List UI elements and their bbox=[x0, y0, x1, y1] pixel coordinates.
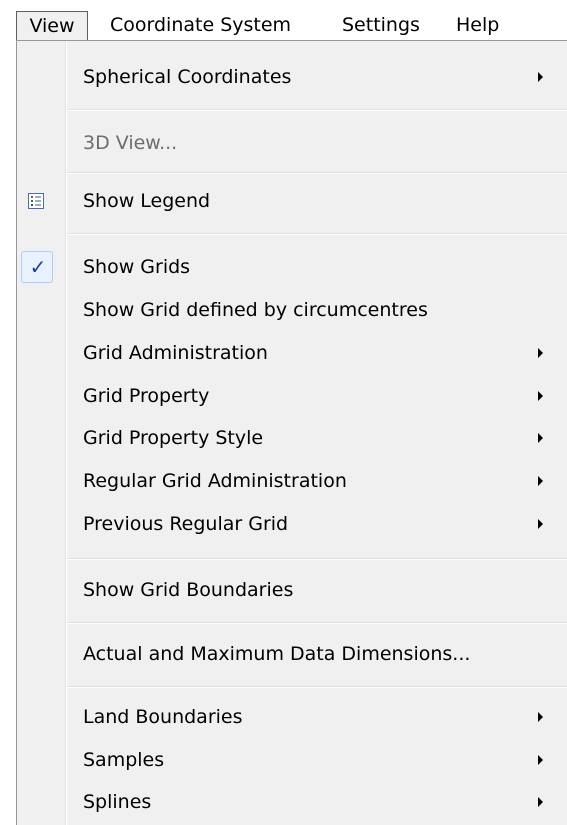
submenu-arrow-icon bbox=[538, 348, 543, 358]
submenu-arrow-icon bbox=[538, 72, 543, 82]
menu-item-label: Previous Regular Grid bbox=[83, 513, 289, 535]
menu-item-land-boundaries[interactable]: Land Boundaries bbox=[17, 697, 551, 737]
submenu-arrow-icon bbox=[538, 712, 543, 722]
menu-item-grid-administration[interactable]: Grid Administration bbox=[17, 333, 551, 373]
menu-separator bbox=[67, 172, 567, 174]
view-dropdown-menu: Spherical Coordinates 3D View... Show Le… bbox=[16, 40, 567, 825]
menu-item-label: Splines bbox=[83, 791, 152, 813]
menu-item-3d-view: 3D View... bbox=[17, 123, 551, 163]
menu-item-previous-regular-grid[interactable]: Previous Regular Grid bbox=[17, 504, 551, 544]
menu-item-splines[interactable]: Splines bbox=[17, 782, 551, 822]
menu-item-label: Actual and Maximum Data Dimensions... bbox=[83, 643, 471, 665]
menu-separator bbox=[67, 686, 567, 688]
menu-coordinate-system[interactable]: Coordinate System bbox=[110, 10, 291, 40]
menu-item-label: Land Boundaries bbox=[83, 706, 243, 728]
menu-item-show-grid-boundaries[interactable]: Show Grid Boundaries bbox=[17, 570, 551, 610]
submenu-arrow-icon bbox=[538, 519, 543, 529]
menu-item-show-legend[interactable]: Show Legend bbox=[17, 181, 551, 221]
submenu-arrow-icon bbox=[538, 433, 543, 443]
menu-item-grid-property[interactable]: Grid Property bbox=[17, 376, 551, 416]
submenu-arrow-icon bbox=[538, 797, 543, 807]
menu-separator bbox=[67, 622, 567, 624]
menu-item-label: Regular Grid Administration bbox=[83, 470, 347, 492]
checkmark-icon: ✓ bbox=[29, 255, 47, 279]
submenu-arrow-icon bbox=[538, 476, 543, 486]
legend-list-icon bbox=[28, 193, 44, 209]
menu-item-label: Grid Property bbox=[83, 385, 210, 407]
menubar: View Coordinate System Settings Help bbox=[0, 0, 567, 42]
menu-item-label: Show Grid Boundaries bbox=[83, 579, 294, 601]
submenu-arrow-icon bbox=[538, 755, 543, 765]
menu-item-label: Spherical Coordinates bbox=[83, 66, 292, 88]
menu-item-data-dimensions[interactable]: Actual and Maximum Data Dimensions... bbox=[17, 634, 551, 674]
menu-item-regular-grid-administration[interactable]: Regular Grid Administration bbox=[17, 461, 551, 501]
submenu-arrow-icon bbox=[538, 391, 543, 401]
menu-item-label: Samples bbox=[83, 749, 165, 771]
menu-item-samples[interactable]: Samples bbox=[17, 740, 551, 780]
menu-item-label: Show Legend bbox=[83, 190, 211, 212]
menu-settings[interactable]: Settings bbox=[342, 10, 420, 40]
menu-item-label: Show Grids bbox=[83, 256, 191, 278]
menu-item-grid-property-style[interactable]: Grid Property Style bbox=[17, 418, 551, 458]
menu-item-label: Grid Administration bbox=[83, 342, 268, 364]
menu-item-label: Grid Property Style bbox=[83, 427, 264, 449]
menu-item-label: Show Grid defined by circumcentres bbox=[83, 299, 428, 321]
menu-view[interactable]: View bbox=[16, 11, 88, 41]
menu-item-label: 3D View... bbox=[83, 132, 178, 154]
menu-item-show-grid-circumcentres[interactable]: Show Grid defined by circumcentres bbox=[17, 290, 551, 330]
menu-separator bbox=[67, 558, 567, 560]
menu-help[interactable]: Help bbox=[456, 10, 499, 40]
menu-separator bbox=[67, 109, 567, 111]
check-highlight: ✓ bbox=[21, 251, 53, 283]
menu-item-spherical-coordinates[interactable]: Spherical Coordinates bbox=[17, 57, 551, 97]
menu-separator bbox=[67, 233, 567, 235]
menu-item-show-grids[interactable]: ✓ Show Grids bbox=[17, 247, 551, 287]
